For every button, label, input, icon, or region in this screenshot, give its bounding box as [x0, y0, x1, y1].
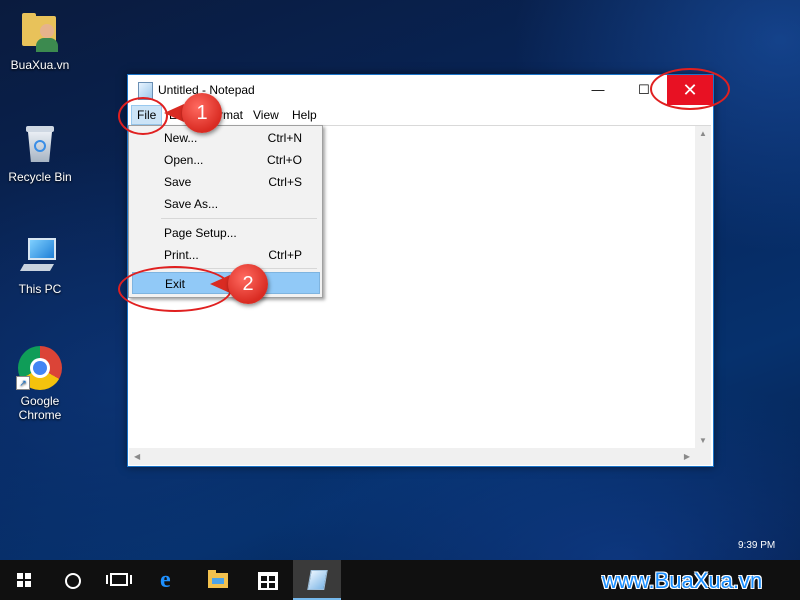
watermark: www.BuaXua.vn: [602, 568, 763, 593]
annotation-badge-2: 2: [228, 264, 268, 304]
menu-item-print[interactable]: Print... Ctrl+P: [132, 244, 318, 265]
desktop-icon-chrome[interactable]: ↗ Google Chrome: [0, 346, 80, 422]
scroll-down-icon[interactable]: ▼: [699, 436, 707, 445]
minimize-button[interactable]: —: [575, 75, 621, 105]
desktop-icon-label: Google Chrome: [18, 394, 62, 422]
desktop-icon-label: Recycle Bin: [8, 170, 72, 184]
menu-item-label: Print...: [164, 248, 199, 262]
menu-item-label: Save As...: [164, 197, 219, 211]
edge-icon[interactable]: e: [146, 560, 194, 600]
desktop-icon-buaxua[interactable]: BuaXua.vn: [0, 10, 80, 72]
vertical-scrollbar[interactable]: ▲ ▼: [695, 126, 711, 448]
scroll-right-icon[interactable]: ▶: [684, 452, 690, 461]
clock-time[interactable]: 9:39 PM: [738, 540, 775, 551]
scroll-up-icon[interactable]: ▲: [699, 129, 707, 138]
menu-item-label: Save: [164, 175, 192, 189]
notepad-icon[interactable]: [293, 560, 341, 600]
annotation-badge-1: 1: [182, 93, 222, 133]
menu-separator: [161, 218, 317, 219]
menu-item-label: Page Setup...: [164, 226, 237, 240]
menu-item-shortcut: Ctrl+O: [266, 153, 302, 167]
annotation-pointer-2: [210, 275, 230, 293]
computer-icon: [18, 234, 62, 278]
desktop-icon-label: This PC: [18, 282, 62, 296]
search-icon[interactable]: [48, 560, 96, 600]
file-explorer-icon[interactable]: [194, 560, 242, 600]
menu-item-label: New...: [164, 131, 198, 145]
desktop-icon-recycle-bin[interactable]: Recycle Bin: [0, 122, 80, 184]
desktop-icon-label: BuaXua.vn: [10, 58, 70, 72]
menu-item-save-as[interactable]: Save As...: [132, 193, 318, 214]
menu-item-shortcut: Ctrl+S: [268, 175, 302, 189]
menu-item-new[interactable]: New... Ctrl+N: [132, 127, 318, 148]
scroll-left-icon[interactable]: ◀: [134, 452, 140, 461]
menu-help[interactable]: Help: [287, 105, 322, 125]
desktop-icon-this-pc[interactable]: This PC: [0, 234, 80, 296]
scroll-corner: [695, 448, 711, 465]
task-view-icon[interactable]: [96, 560, 144, 600]
menu-item-open[interactable]: Open... Ctrl+O: [132, 149, 318, 170]
menu-view[interactable]: View: [248, 105, 284, 125]
menu-item-label: Open...: [164, 153, 204, 167]
recycle-bin-icon: [18, 122, 62, 166]
menu-item-shortcut: Ctrl+P: [268, 248, 302, 262]
annotation-ring-close: [650, 68, 730, 110]
annotation-ring-file: [118, 97, 168, 135]
store-icon[interactable]: [244, 560, 292, 600]
menu-item-shortcut: Ctrl+N: [267, 131, 302, 145]
user-folder-icon: [18, 10, 62, 54]
menu-item-page-setup[interactable]: Page Setup...: [132, 222, 318, 243]
annotation-pointer-1: [164, 104, 184, 122]
horizontal-scrollbar[interactable]: ◀ ▶: [129, 448, 695, 465]
menu-item-save[interactable]: Save Ctrl+S: [132, 171, 318, 192]
start-icon[interactable]: [0, 560, 48, 600]
chrome-icon: ↗: [16, 346, 62, 390]
